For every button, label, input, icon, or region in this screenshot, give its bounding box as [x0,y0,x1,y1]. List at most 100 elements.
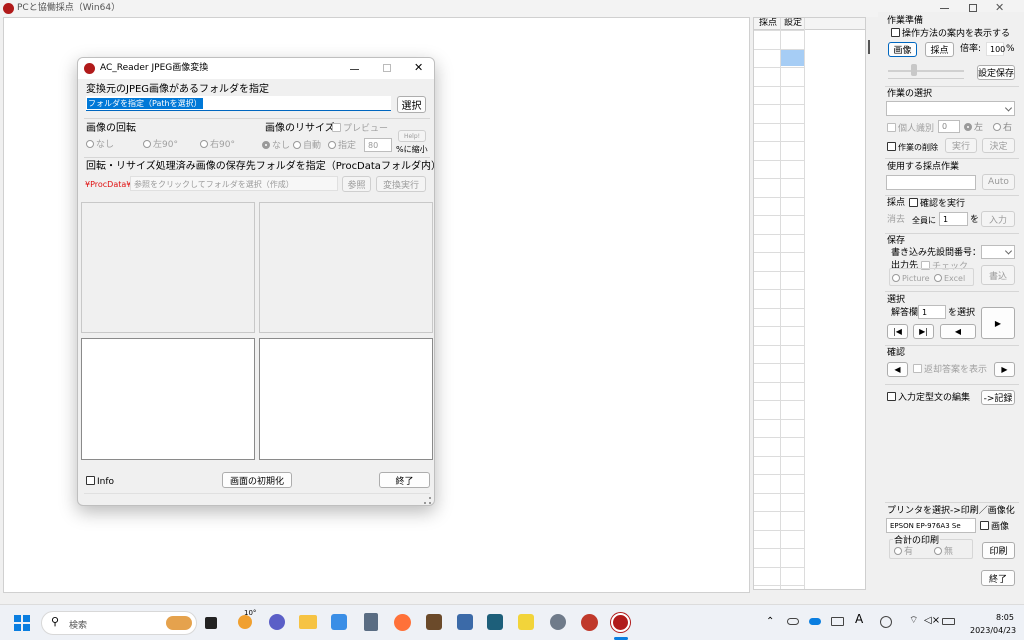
app-icon-6[interactable] [581,614,598,631]
chat-icon[interactable] [269,614,285,630]
clock-time[interactable]: 8:05 [996,612,1014,623]
grid-row-line [754,197,804,198]
ime-mode-icon[interactable] [880,616,892,628]
wifi-icon[interactable]: ⌔ [909,615,918,626]
print-button[interactable]: 印刷 [982,542,1015,559]
dialog-exit-button[interactable]: 終了 [379,472,430,488]
delete-work-checkbox[interactable]: 作業の削除 [887,142,938,153]
printer-dropdown[interactable]: EPSON EP-976A3 Se [886,518,976,533]
cloud-icon[interactable] [809,618,821,625]
confirm-next-button[interactable]: ▶ [994,362,1015,377]
total-no-radio[interactable]: 無 [934,547,953,558]
total-print-title: 合計の印刷 [893,536,941,547]
run-button[interactable]: 実行 [945,138,977,153]
confirm-prev-button[interactable]: ◀ [887,362,908,377]
grid-selected-cell[interactable] [781,49,804,66]
zoom-slider-thumb[interactable] [911,64,917,76]
battery-icon[interactable] [942,618,955,625]
edit-template-checkbox[interactable]: 入力定型文の編集 [887,392,970,404]
total-yes-radio[interactable]: 有 [894,547,913,558]
ime-icon[interactable]: A [855,613,863,625]
exit-button[interactable]: 終了 [981,570,1015,586]
resize-grip-icon[interactable] [424,497,431,504]
left-radio[interactable]: 左 [964,123,983,134]
right-radio[interactable]: 右 [993,123,1012,134]
record-button[interactable]: ->記録 [981,390,1015,405]
preview-pane-4 [259,338,433,460]
prev-button[interactable]: ◀ [940,324,976,339]
decide-button[interactable]: 決定 [982,138,1015,153]
preview-pane-1 [81,202,255,333]
zoom-slider-track[interactable] [888,70,964,72]
confirm-run-checkbox[interactable]: 確認を実行 [909,198,965,210]
dialog-close-icon[interactable]: ✕ [414,61,423,74]
clock-date[interactable]: 2023/04/23 [970,625,1016,636]
acreader-icon[interactable] [611,613,630,632]
auto-button[interactable]: Auto [982,174,1015,190]
resize-none-radio[interactable]: なし [262,141,290,152]
app-icon-1[interactable] [331,614,347,630]
excel-radio[interactable]: Excel [934,273,965,284]
grade-mode-button[interactable]: 採点 [925,42,954,57]
resize-value-dropdown[interactable]: 80 [364,138,392,152]
grade-grid[interactable]: 採点 設定 [753,17,866,590]
show-guide-checkbox[interactable]: 操作方法の案内を表示する [891,28,1010,40]
browse-button[interactable]: 参照 [342,176,371,192]
task-view-icon[interactable] [205,617,217,629]
taskbar-search-box[interactable]: ⚲ 検索 [41,611,197,635]
tray-chevron-icon[interactable]: ⌃ [766,616,774,627]
answer-col-dropdown[interactable]: 1 [918,305,946,319]
save-settings-button[interactable]: 設定保存 [977,65,1015,80]
erase-label[interactable]: 消去 [887,215,905,226]
write-target-dropdown[interactable] [981,245,1015,259]
explorer-icon[interactable] [299,615,317,629]
restore-icon[interactable] [969,4,977,12]
app-icon-4[interactable] [487,614,503,630]
info-checkbox[interactable]: Info [86,476,114,488]
resize-auto-radio[interactable]: 自動 [293,141,321,152]
work-select-dropdown[interactable] [886,101,1015,116]
resize-manual-radio[interactable]: 指定 [328,141,356,152]
grid-row-line [754,141,804,142]
last-button[interactable]: ▶| [913,324,934,339]
preview-checkbox[interactable]: プレビュー [332,123,388,135]
convert-button[interactable]: 変換実行 [376,176,426,192]
minimize-icon[interactable] [940,8,949,9]
individual-id-checkbox[interactable]: 個人識別 [887,123,934,135]
print-image-checkbox[interactable]: 画像 [980,521,1009,533]
zoom-input[interactable]: 100 [986,42,1005,56]
grid-scroll-thumb[interactable] [868,40,870,54]
dest-folder-input[interactable]: 参照をクリックしてフォルダを選択（作成） [130,176,338,191]
settings-gear-icon[interactable] [550,614,566,630]
next-button[interactable]: ▶ [981,307,1015,339]
used-work-field[interactable] [886,175,976,190]
grading-value-dropdown[interactable]: 1 [939,212,968,226]
image-mode-button[interactable]: 画像 [888,42,917,57]
source-folder-input[interactable]: フォルダを指定（Pathを選択） [86,96,391,111]
input-button[interactable]: 入力 [981,211,1015,227]
reset-screen-button[interactable]: 画面の初期化 [222,472,292,488]
calculator-icon[interactable] [364,613,378,631]
source-folder-label: 変換元のJPEG画像があるフォルダを指定 [86,84,270,95]
source-select-button[interactable]: 選択 [397,96,426,113]
write-button[interactable]: 書込 [981,265,1015,285]
individual-id-num[interactable]: 0 [938,120,960,133]
dialog-maximize-icon[interactable] [383,64,391,72]
app-icon-2[interactable] [426,614,442,630]
start-windows-icon[interactable] [14,615,30,631]
app-icon-3[interactable] [457,614,473,630]
rotate-right-radio[interactable]: 右90° [200,140,235,151]
show-returned-checkbox[interactable]: 返却答案を表示 [913,364,987,376]
dialog-minimize-icon[interactable] [350,69,359,70]
first-button[interactable]: |◀ [887,324,908,339]
app-icon-5[interactable] [518,614,534,630]
speaker-icon[interactable]: ◁× [924,615,940,626]
rotate-none-radio[interactable]: なし [86,140,114,151]
rotate-left-radio[interactable]: 左90° [143,140,178,151]
keyboard-icon[interactable] [831,617,844,626]
help-button[interactable]: Help! [398,130,426,142]
picture-radio[interactable]: Picture [892,273,930,284]
firefox-icon[interactable] [394,614,411,631]
onedrive-icon[interactable] [787,618,799,625]
grid-col-sep [804,18,805,589]
